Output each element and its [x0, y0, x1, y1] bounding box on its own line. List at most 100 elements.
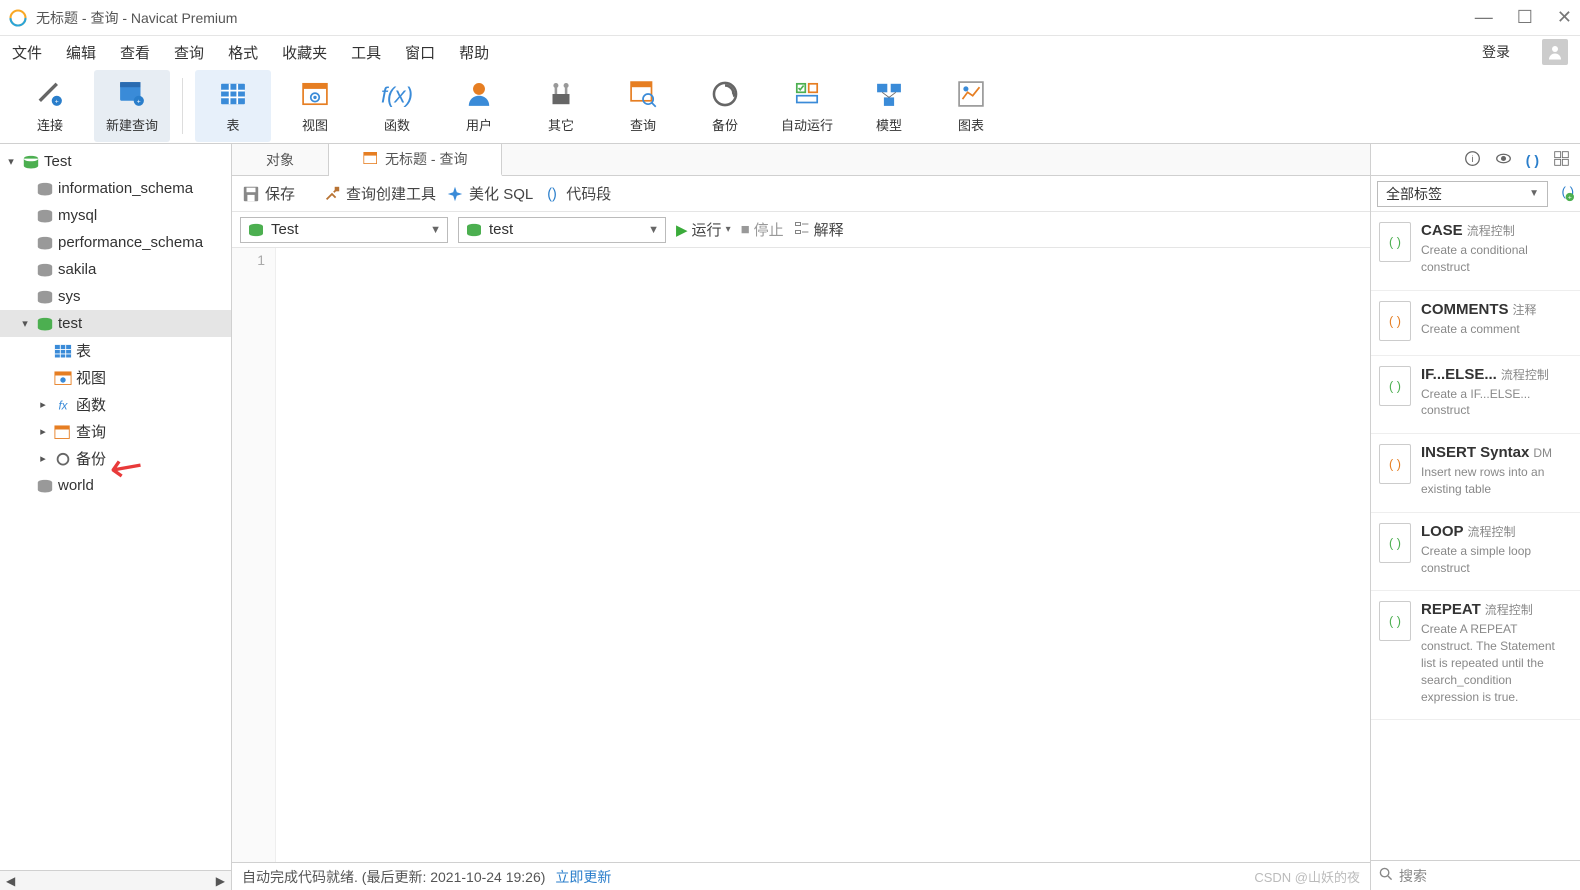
menu-format[interactable]: 格式 [228, 42, 258, 63]
query-builder-button[interactable]: 查询创建工具 [323, 183, 436, 204]
explain-button[interactable]: 解释 [794, 219, 844, 240]
sql-editor[interactable]: 1 [232, 248, 1370, 862]
tree-functions[interactable]: ▸fx函数 [0, 391, 231, 418]
minimize-button[interactable]: — [1475, 7, 1493, 28]
sidebar-scrollbar[interactable]: ◀▶ [0, 870, 231, 890]
menu-file[interactable]: 文件 [12, 42, 42, 63]
snippet-filter-row: 全部标签 ▼ ( )+ [1371, 176, 1580, 212]
snippet-case[interactable]: ( ) CASE流程控制Create a conditional constru… [1371, 212, 1580, 291]
tree-db-test[interactable]: ▾test [0, 310, 231, 337]
snippet-file-icon: ( ) [1379, 366, 1411, 406]
menu-query[interactable]: 查询 [174, 42, 204, 63]
avatar-icon[interactable] [1542, 39, 1568, 65]
connection-tree[interactable]: ▾ Test information_schema mysql performa… [0, 144, 231, 870]
status-text: 自动完成代码就绪. (最后更新: 2021-10-24 19:26) [242, 867, 545, 887]
autorun-button[interactable]: 自动运行 [769, 70, 845, 142]
menu-tools[interactable]: 工具 [351, 42, 381, 63]
snippet-loop[interactable]: ( ) LOOP流程控制Create a simple loop constru… [1371, 513, 1580, 592]
tree-tables[interactable]: 表 [0, 337, 231, 364]
menu-view[interactable]: 查看 [120, 42, 150, 63]
search-icon [1379, 867, 1393, 884]
tree-connection[interactable]: ▾ Test [0, 148, 231, 175]
save-button[interactable]: 保存 [242, 183, 295, 204]
tree-db-world[interactable]: world [0, 472, 231, 499]
menubar: 文件 编辑 查看 查询 格式 收藏夹 工具 窗口 帮助 登录 [0, 36, 1580, 68]
model-button[interactable]: 模型 [851, 70, 927, 142]
tab-objects[interactable]: 对象 [232, 144, 329, 175]
menu-favorites[interactable]: 收藏夹 [282, 42, 327, 63]
tree-queries[interactable]: ▸查询 [0, 418, 231, 445]
connection-icon [22, 155, 40, 169]
snippet-file-icon: ( ) [1379, 601, 1411, 641]
snippet-repeat[interactable]: ( ) REPEAT流程控制Create A REPEAT construct.… [1371, 591, 1580, 720]
snippet-insert[interactable]: ( ) INSERT SyntaxDMInsert new rows into … [1371, 434, 1580, 513]
database-icon [36, 479, 54, 493]
user-button[interactable]: 用户 [441, 70, 517, 142]
menu-help[interactable]: 帮助 [459, 42, 489, 63]
snippet-list[interactable]: ( ) CASE流程控制Create a conditional constru… [1371, 212, 1580, 860]
backup-button[interactable]: 备份 [687, 70, 763, 142]
parentheses-icon[interactable]: ( ) [1526, 152, 1539, 168]
database-icon [36, 317, 54, 331]
table-button[interactable]: 表 [195, 70, 271, 142]
main-toolbar: + 连接 + 新建查询 表 视图 f(x) 函数 用户 其它 查询 备份 自动运… [0, 68, 1580, 144]
grid-icon[interactable] [1553, 150, 1570, 170]
tree-db-sakila[interactable]: sakila [0, 256, 231, 283]
chart-button[interactable]: 图表 [933, 70, 1009, 142]
view-button[interactable]: 视图 [277, 70, 353, 142]
svg-text:( ): ( ) [1389, 615, 1401, 629]
tree-db-information-schema[interactable]: information_schema [0, 175, 231, 202]
database-icon [36, 263, 54, 277]
database-selector[interactable]: test ▼ [458, 217, 666, 243]
backup-icon [54, 452, 72, 466]
snippet-if-else[interactable]: ( ) IF...ELSE...流程控制Create a IF...ELSE..… [1371, 356, 1580, 435]
explain-icon [794, 220, 810, 240]
menu-edit[interactable]: 编辑 [66, 42, 96, 63]
chevron-down-icon: ▼ [648, 224, 659, 236]
snippet-file-icon: ( ) [1379, 222, 1411, 262]
tree-db-mysql[interactable]: mysql [0, 202, 231, 229]
svg-text:i: i [1471, 153, 1473, 163]
login-link[interactable]: 登录 [1482, 42, 1510, 62]
sidebar: ▾ Test information_schema mysql performa… [0, 144, 232, 890]
connect-button[interactable]: + 连接 [12, 70, 88, 142]
run-button[interactable]: ▶运行▾ [676, 219, 731, 240]
view-icon [54, 371, 72, 385]
info-icon[interactable]: i [1464, 150, 1481, 170]
beautify-sql-button[interactable]: 美化 SQL [446, 183, 533, 204]
editor-toolbar: 保存 查询创建工具 美化 SQL () 代码段 [232, 176, 1370, 212]
menu-window[interactable]: 窗口 [405, 42, 435, 63]
titlebar: 无标题 - 查询 - Navicat Premium — ☐ ✕ [0, 0, 1580, 36]
close-button[interactable]: ✕ [1557, 7, 1572, 28]
code-area[interactable] [276, 248, 1370, 862]
statusbar: 自动完成代码就绪. (最后更新: 2021-10-24 19:26) 立即更新 … [232, 862, 1370, 890]
connection-selector[interactable]: Test ▼ [240, 217, 448, 243]
svg-text:+: + [1568, 195, 1572, 202]
tree-db-performance-schema[interactable]: performance_schema [0, 229, 231, 256]
snippet-comments[interactable]: ( ) COMMENTS注释Create a comment [1371, 291, 1580, 356]
maximize-button[interactable]: ☐ [1517, 7, 1533, 28]
add-snippet-icon[interactable]: ( )+ [1554, 182, 1574, 205]
other-button[interactable]: 其它 [523, 70, 599, 142]
new-query-button[interactable]: + 新建查询 [94, 70, 170, 142]
tag-filter-select[interactable]: 全部标签 ▼ [1377, 181, 1548, 207]
eye-icon[interactable] [1495, 150, 1512, 170]
svg-text:+: + [55, 98, 59, 105]
svg-text:( ): ( ) [1389, 379, 1401, 393]
tab-query-untitled[interactable]: 无标题 - 查询 [329, 144, 502, 176]
svg-text:+: + [137, 98, 141, 105]
editor-tabs: 对象 无标题 - 查询 [232, 144, 1370, 176]
watermark: CSDN @山妖的夜 [1254, 867, 1360, 886]
code-snippets-button[interactable]: () 代码段 [543, 183, 611, 204]
svg-text:fx: fx [58, 399, 68, 412]
query-button[interactable]: 查询 [605, 70, 681, 142]
function-button[interactable]: f(x) 函数 [359, 70, 435, 142]
stop-icon: ■ [741, 221, 750, 238]
update-link[interactable]: 立即更新 [555, 867, 611, 887]
tree-backups[interactable]: ▸备份 [0, 445, 231, 472]
tree-db-sys[interactable]: sys [0, 283, 231, 310]
tree-views[interactable]: 视图 [0, 364, 231, 391]
stop-button[interactable]: ■停止 [741, 219, 784, 240]
chevron-down-icon: ▼ [430, 224, 441, 236]
snippet-search[interactable]: 搜索 [1371, 860, 1580, 890]
